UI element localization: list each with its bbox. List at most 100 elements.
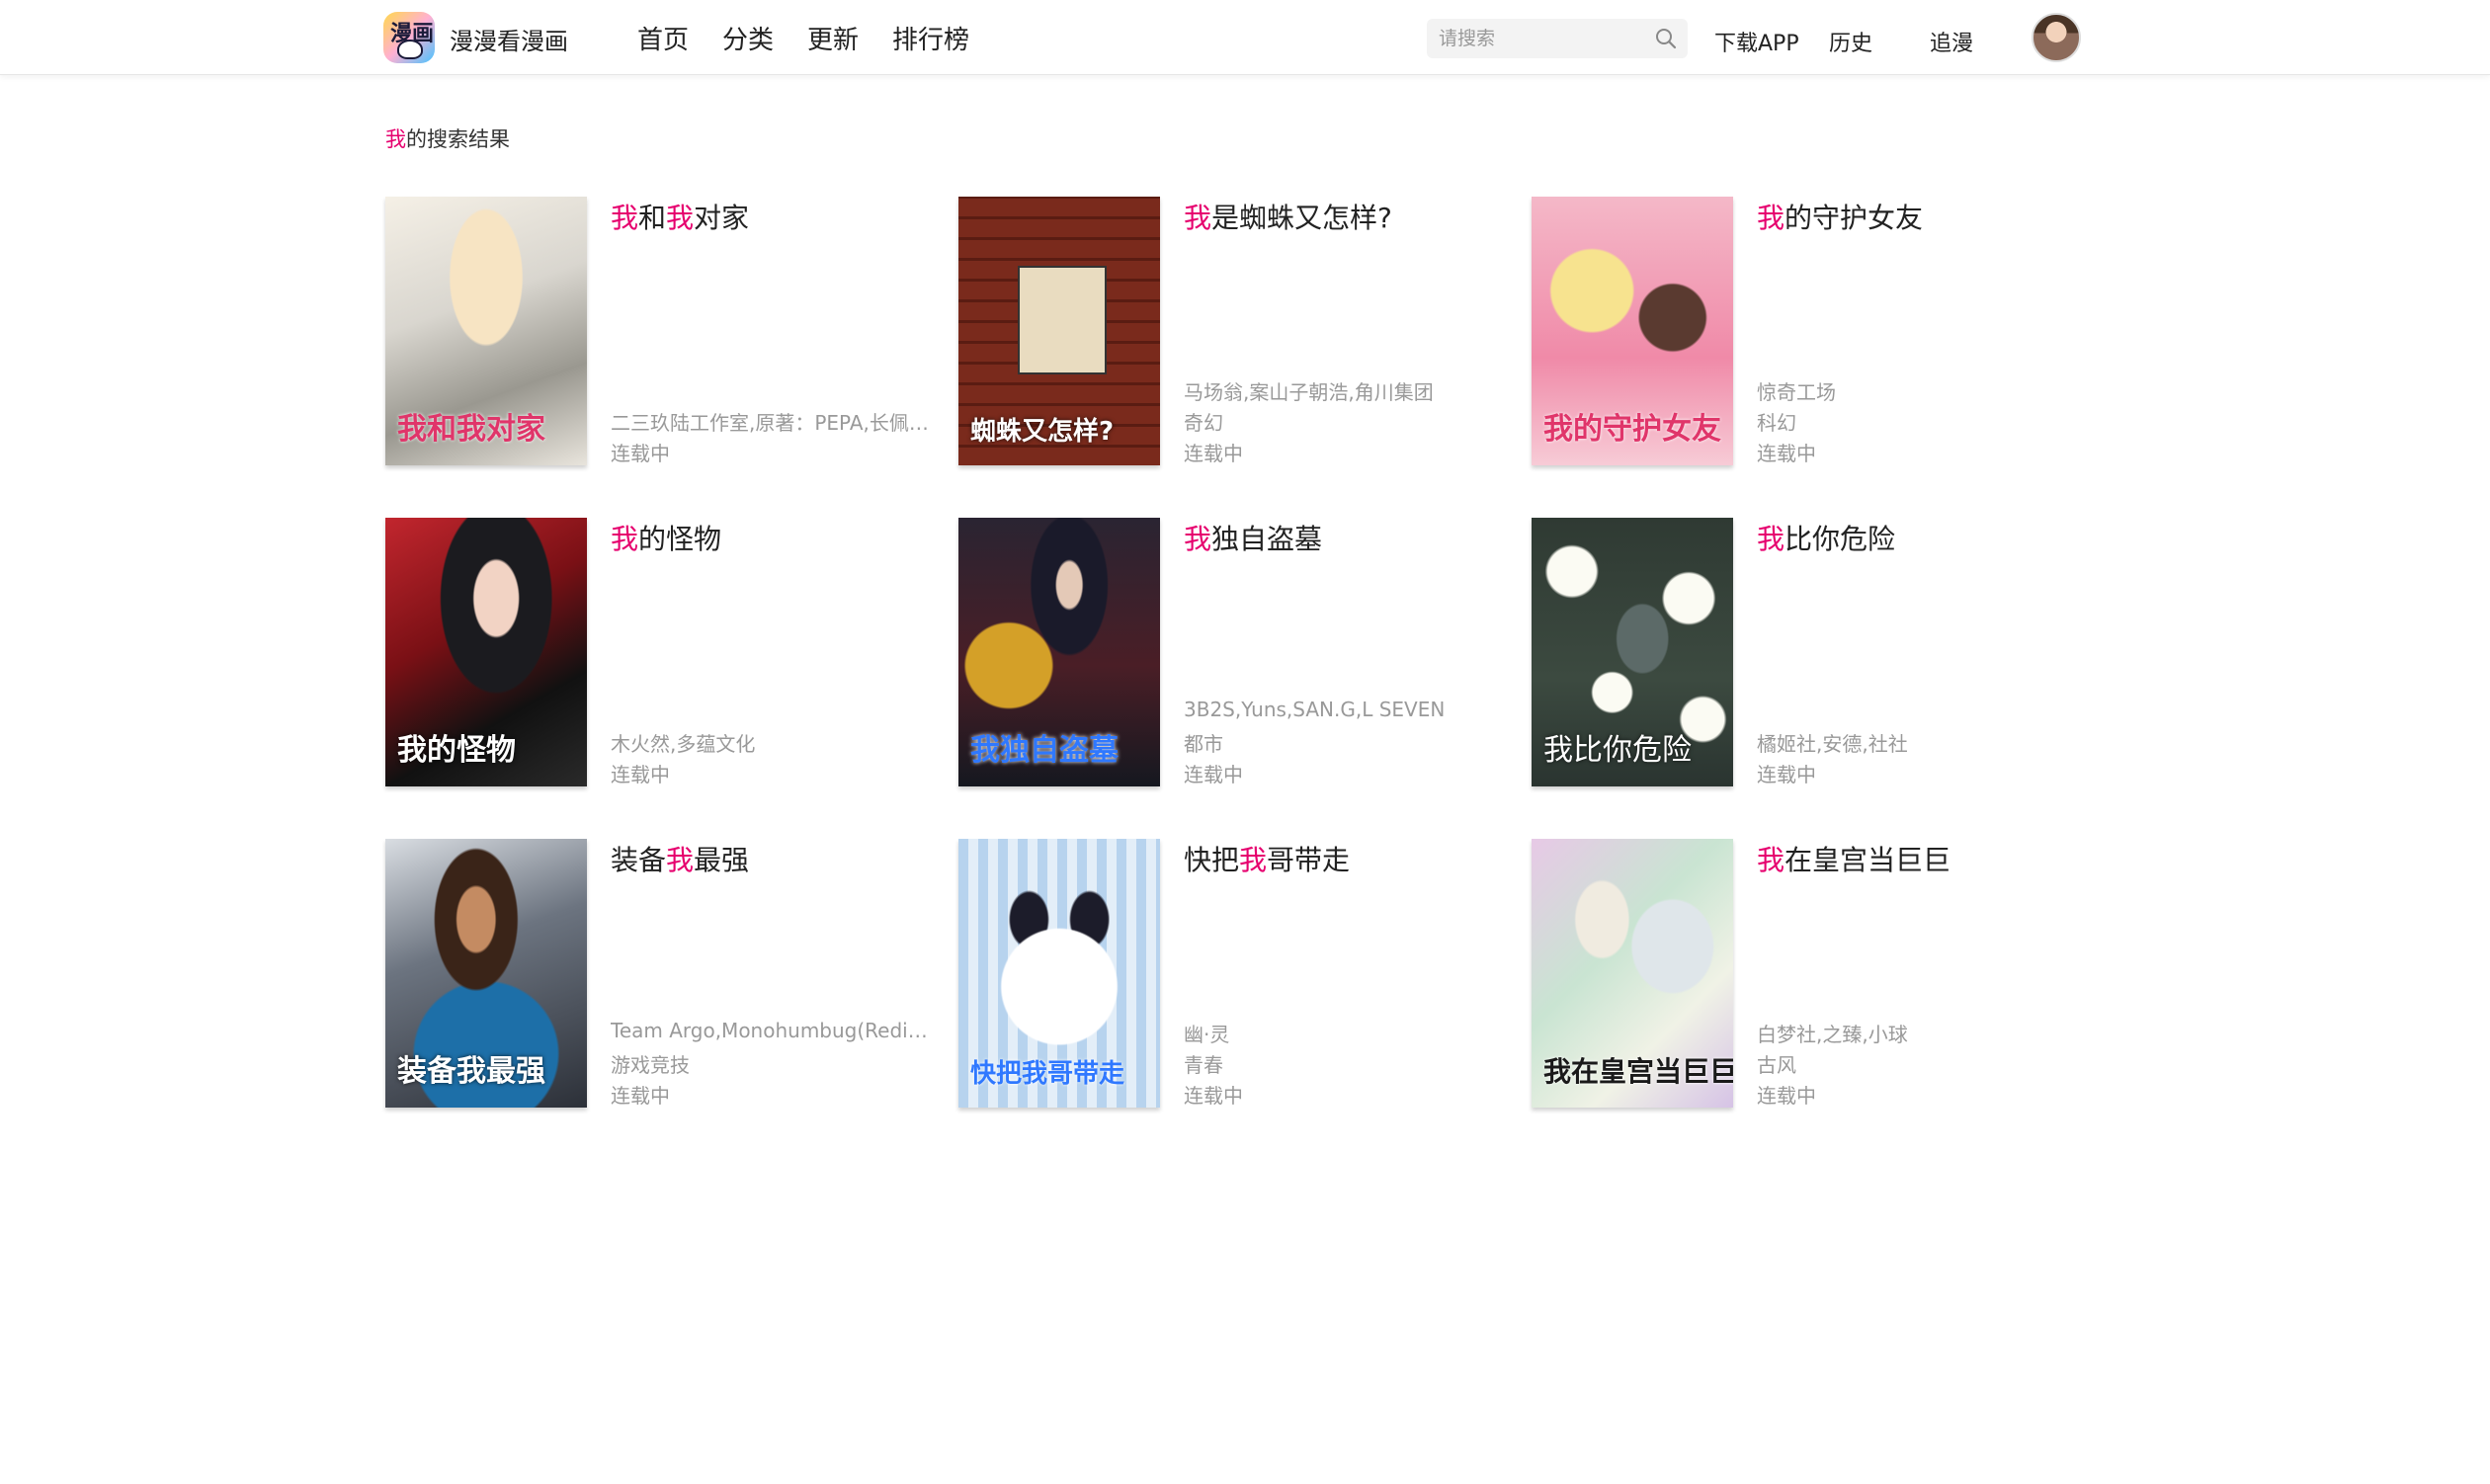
comic-title[interactable]: 我在皇宫当巨巨 (1757, 839, 1950, 878)
comic-title[interactable]: 快把我哥带走 (1184, 839, 1350, 878)
comic-author: 3B2S,Yuns,SAN.G,L SEVEN (1184, 698, 1446, 721)
comic-author: 橘姬社,安德,社社 (1757, 732, 1908, 756)
title-keyword: 我 (1757, 523, 1785, 555)
comic-card[interactable]: 我和我对家 我和我对家 二三玖陆工作室,原著：PEPA,长佩文... 连载中 (385, 197, 939, 471)
comic-status: 连载中 (1757, 1084, 1816, 1108)
title-part: 的怪物 (638, 523, 722, 555)
nav-ranking[interactable]: 排行榜 (892, 20, 969, 56)
comic-status: 连载中 (1184, 442, 1243, 465)
comic-card[interactable]: 我的守护女友 我的守护女友 惊奇工场 科幻 连载中 (1532, 197, 2085, 471)
search-result-suffix: 的搜索结果 (406, 127, 510, 151)
search-box (1427, 19, 1688, 58)
logo-mascot-icon (397, 40, 423, 59)
title-part: 和 (638, 202, 667, 234)
comic-card[interactable]: 我在皇宫当巨巨 我在皇宫当巨巨 白梦社,之臻,小球 古风 连载中 (1532, 839, 2085, 1113)
comic-genre: 都市 (1184, 732, 1223, 756)
cover-title: 我的怪物 (397, 733, 516, 768)
title-part: 最强 (694, 844, 750, 876)
cover-title: 我的守护女友 (1543, 412, 1721, 447)
cover-title: 我和我对家 (397, 412, 545, 447)
nav-home[interactable]: 首页 (637, 20, 689, 56)
comic-title[interactable]: 我的守护女友 (1757, 197, 1923, 236)
title-keyword: 我 (1757, 844, 1785, 876)
title-part: 对家 (694, 202, 750, 234)
download-app-link[interactable]: 下载APP (1714, 26, 1799, 57)
comic-status: 连载中 (1184, 1084, 1243, 1108)
comic-status: 连载中 (1757, 763, 1816, 786)
title-part: 哥带走 (1267, 844, 1351, 876)
site-logo[interactable]: 漫画 (383, 12, 435, 63)
comic-genre: 游戏竞技 (611, 1053, 690, 1077)
comic-cover[interactable]: 我和我对家 (385, 197, 587, 465)
comic-cover[interactable]: 我比你危险 (1532, 518, 1733, 786)
title-keyword: 我 (666, 202, 695, 234)
user-avatar[interactable] (2032, 13, 2081, 62)
site-name[interactable]: 漫漫看漫画 (450, 22, 568, 56)
title-part: 快把 (1184, 844, 1240, 876)
comic-title[interactable]: 我的怪物 (611, 518, 721, 557)
history-link[interactable]: 历史 (1829, 26, 1872, 57)
comic-card[interactable]: 装备我最强 装备我最强 Team Argo,Monohumbug(Redice.… (385, 839, 939, 1113)
comic-title[interactable]: 装备我最强 (611, 839, 749, 878)
cover-title: 蜘蛛又怎样? (970, 417, 1115, 447)
title-keyword: 我 (611, 523, 639, 555)
comic-title[interactable]: 我是蜘蛛又怎样? (1184, 197, 1392, 236)
nav-update[interactable]: 更新 (807, 20, 859, 56)
comic-card[interactable]: 快把我哥带走 快把我哥带走 幽·灵 青春 连载中 (958, 839, 1512, 1113)
title-part: 装备 (611, 844, 667, 876)
follow-link[interactable]: 追漫 (1930, 26, 1973, 57)
comic-status: 连载中 (1184, 763, 1243, 786)
comic-title[interactable]: 我比你危险 (1757, 518, 1895, 557)
comic-genre: 古风 (1757, 1053, 1796, 1077)
title-keyword: 我 (611, 202, 639, 234)
comic-cover[interactable]: 装备我最强 (385, 839, 587, 1108)
top-nav-bar: 漫画 漫漫看漫画 首页 分类 更新 排行榜 下载APP 历史 追漫 (0, 0, 2490, 75)
comic-status: 连载中 (1757, 442, 1816, 465)
comic-author: 幽·灵 (1184, 1023, 1230, 1046)
title-part: 独自盗墓 (1211, 523, 1323, 555)
cover-title: 我在皇宫当巨巨 (1543, 1055, 1733, 1088)
comic-author: 惊奇工场 (1757, 380, 1836, 404)
title-keyword: 我 (1184, 202, 1212, 234)
title-part: 的守护女友 (1784, 202, 1924, 234)
comic-cover[interactable]: 我独自盗墓 (958, 518, 1160, 786)
comic-author: 白梦社,之臻,小球 (1757, 1023, 1908, 1046)
comic-status: 连载中 (611, 763, 670, 786)
cover-title: 我比你危险 (1543, 733, 1692, 768)
title-part: 是蜘蛛又怎样? (1211, 202, 1392, 234)
title-keyword: 我 (1184, 523, 1212, 555)
comic-status: 连载中 (611, 1084, 670, 1108)
cover-title: 装备我最强 (397, 1054, 545, 1089)
comic-author: 马场翁,案山子朝浩,角川集团 (1184, 380, 1434, 404)
search-icon[interactable] (1654, 27, 1678, 50)
comic-author: 木火然,多蕴文化 (611, 732, 756, 756)
search-input[interactable] (1439, 19, 1646, 58)
comic-author: Team Argo,Monohumbug(Redice... (611, 1019, 937, 1042)
cover-title: 我独自盗墓 (970, 733, 1119, 768)
wanted-poster (1018, 266, 1107, 374)
comic-card[interactable]: 我比你危险 我比你危险 橘姬社,安德,社社 连载中 (1532, 518, 2085, 792)
cover-title: 快把我哥带走 (970, 1059, 1125, 1089)
main-nav: 首页 分类 更新 排行榜 (637, 20, 1003, 56)
search-result-title: 我的搜索结果 (385, 124, 510, 153)
comic-cover[interactable]: 我的怪物 (385, 518, 587, 786)
comic-status: 连载中 (611, 442, 670, 465)
comic-card[interactable]: 我独自盗墓 我独自盗墓 3B2S,Yuns,SAN.G,L SEVEN 都市 连… (958, 518, 1512, 792)
nav-category[interactable]: 分类 (722, 20, 774, 56)
comic-cover[interactable]: 我在皇宫当巨巨 (1532, 839, 1733, 1108)
comic-cover[interactable]: 蜘蛛又怎样? (958, 197, 1160, 465)
title-part: 在皇宫当巨巨 (1784, 844, 1951, 876)
comic-title[interactable]: 我和我对家 (611, 197, 749, 236)
comic-author: 二三玖陆工作室,原著：PEPA,长佩文... (611, 411, 937, 435)
comic-genre: 科幻 (1757, 411, 1796, 435)
comic-title[interactable]: 我独自盗墓 (1184, 518, 1322, 557)
comic-cover[interactable]: 我的守护女友 (1532, 197, 1733, 465)
comic-card[interactable]: 我的怪物 我的怪物 木火然,多蕴文化 连载中 (385, 518, 939, 792)
comic-cover[interactable]: 快把我哥带走 (958, 839, 1160, 1108)
search-keyword: 我 (385, 127, 406, 151)
comic-card[interactable]: 蜘蛛又怎样? 我是蜘蛛又怎样? 马场翁,案山子朝浩,角川集团 奇幻 连载中 (958, 197, 1512, 471)
title-keyword: 我 (666, 844, 695, 876)
title-keyword: 我 (1757, 202, 1785, 234)
title-keyword: 我 (1239, 844, 1268, 876)
title-part: 比你危险 (1784, 523, 1896, 555)
